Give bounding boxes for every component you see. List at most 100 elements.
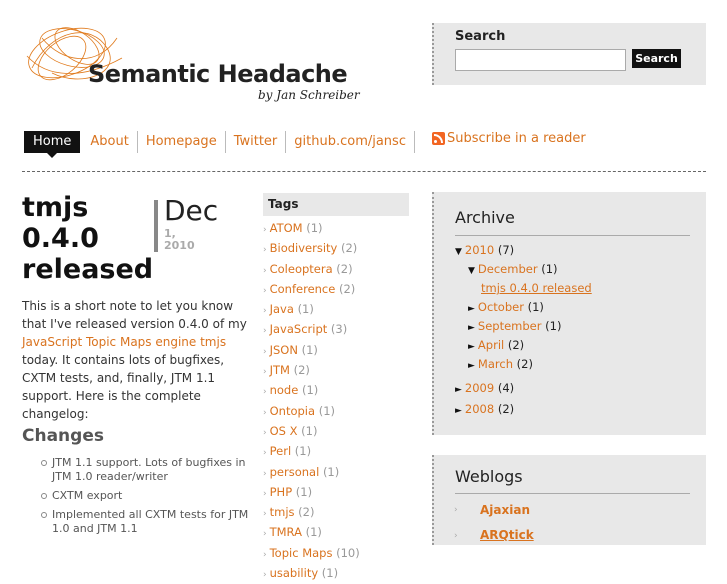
tag-count: (2) [341, 241, 358, 256]
bullet-arrow-icon: › [263, 570, 267, 581]
tag-count: (2) [298, 505, 315, 520]
tag-item: › tmjs (2) [263, 503, 360, 523]
expand-right-icon[interactable]: ► [468, 361, 475, 371]
tag-item: › Conference (2) [263, 280, 360, 300]
tag-item: › JavaScript (3) [263, 320, 360, 340]
site-title[interactable]: Semantic Headache [88, 60, 348, 88]
tag-link[interactable]: PHP [270, 485, 293, 499]
tag-link[interactable]: Conference [270, 282, 336, 296]
archive-count: (1) [545, 319, 562, 333]
tag-count: (2) [338, 281, 356, 296]
search-button[interactable]: Search [632, 49, 681, 68]
tag-link[interactable]: JSON [270, 343, 298, 357]
archive-month-december: ▼ December (1) [468, 262, 558, 276]
tag-item: › Perl (1) [263, 442, 360, 462]
subscribe-link[interactable]: Subscribe in a reader [432, 131, 586, 146]
archive-count: (2) [497, 402, 515, 416]
tag-count: (1) [318, 403, 335, 418]
archive-link[interactable]: April [478, 338, 504, 352]
bullet-arrow-icon: › [263, 427, 267, 438]
archive-post-link[interactable]: tmjs 0.4.0 released [481, 281, 592, 295]
tag-link[interactable]: TMRA [270, 525, 302, 539]
tag-link[interactable]: Ontopia [270, 404, 315, 418]
bullet-arrow-icon: › [263, 549, 267, 560]
weblogs-divider [455, 493, 690, 494]
bullet-arrow-icon: › [263, 367, 267, 378]
archive-link[interactable]: December [478, 262, 538, 276]
expand-down-icon[interactable]: ▼ [468, 266, 475, 276]
tag-count: (1) [301, 423, 318, 438]
tag-link[interactable]: OS X [270, 424, 298, 438]
tag-link[interactable]: JavaScript [270, 322, 328, 336]
archive-month-september: ► September (1) [468, 319, 561, 333]
post-date-day: 1, 2010 [164, 228, 195, 252]
tag-link[interactable]: personal [270, 465, 320, 479]
bullet-arrow-icon: › [263, 468, 267, 479]
bullet-arrow-icon: › [263, 346, 267, 357]
tag-link[interactable]: Coleoptera [270, 262, 333, 276]
nav-homepage[interactable]: Homepage [138, 131, 226, 153]
nav-about[interactable]: About [82, 131, 138, 153]
tag-item: › OS X (1) [263, 422, 360, 442]
archive-divider [455, 235, 690, 236]
tag-count: (1) [294, 444, 312, 459]
nav-twitter[interactable]: Twitter [226, 131, 287, 153]
tag-count: (3) [330, 322, 348, 337]
tag-count: (2) [336, 261, 353, 276]
bullet-arrow-icon: › [263, 306, 267, 317]
expand-right-icon[interactable]: ► [455, 406, 462, 416]
tag-link[interactable]: Java [270, 302, 294, 316]
tag-item: › node (1) [263, 381, 360, 401]
tag-item: › JTM (2) [263, 361, 360, 381]
bullet-arrow-icon: › [263, 529, 267, 540]
archive-year-2009: ► 2009 (4) [455, 381, 514, 395]
list-item: JTM 1.1 support. Lots of bugfixes in JTM… [40, 456, 250, 484]
expand-right-icon[interactable]: ► [455, 385, 462, 395]
bullet-arrow-icon: › [454, 531, 458, 541]
tag-link[interactable]: tmjs [270, 505, 295, 519]
tag-count: (1) [301, 383, 319, 398]
archive-month-october: ► October (1) [468, 300, 544, 314]
tag-link[interactable]: Biodiversity [270, 241, 338, 255]
tag-item: › Topic Maps (10) [263, 544, 360, 564]
header-divider [22, 171, 706, 172]
tag-link[interactable]: Perl [270, 444, 292, 458]
archive-link[interactable]: 2008 [465, 402, 494, 416]
list-item: Implemented all CXTM tests for JTM 1.0 a… [40, 508, 250, 536]
tag-count: (2) [293, 363, 310, 378]
tag-item: › ATOM (1) [263, 219, 360, 239]
tag-link[interactable]: Topic Maps [270, 546, 333, 560]
bullet-arrow-icon: › [263, 407, 267, 418]
archive-month-april: ► April (2) [468, 338, 524, 352]
tag-item: › TMRA (1) [263, 523, 360, 543]
bullet-arrow-icon: › [263, 326, 267, 337]
archive-count: (2) [507, 338, 525, 352]
archive-link[interactable]: October [478, 300, 524, 314]
tag-link[interactable]: ATOM [270, 221, 303, 235]
bullet-arrow-icon: › [263, 265, 267, 276]
tag-link[interactable]: JTM [270, 363, 290, 377]
intro-text-after: today. It contains lots of bugfixes, CXT… [22, 353, 225, 421]
tag-count: (1) [322, 464, 340, 479]
tag-count: (10) [336, 545, 360, 560]
nav-github[interactable]: github.com/jansc [286, 131, 415, 153]
expand-right-icon[interactable]: ► [468, 323, 475, 333]
search-input[interactable] [455, 49, 626, 71]
archive-count: (1) [541, 262, 558, 276]
expand-right-icon[interactable]: ► [468, 342, 475, 352]
archive-link[interactable]: March [478, 357, 513, 371]
archive-link[interactable]: 2010 [465, 243, 494, 257]
archive-link[interactable]: September [478, 319, 542, 333]
bullet-arrow-icon: › [263, 387, 267, 398]
weblog-link-ajaxian[interactable]: Ajaxian [480, 503, 530, 517]
archive-post: tmjs 0.4.0 released [481, 281, 592, 295]
search-title: Search [455, 29, 506, 44]
tag-link[interactable]: usability [270, 566, 319, 580]
expand-right-icon[interactable]: ► [468, 304, 475, 314]
tmjs-link[interactable]: JavaScript Topic Maps engine tmjs [22, 335, 226, 349]
nav-home[interactable]: Home [24, 131, 81, 158]
expand-down-icon[interactable]: ▼ [455, 247, 462, 257]
archive-link[interactable]: 2009 [465, 381, 494, 395]
weblog-link-arqtick[interactable]: ARQtick [480, 528, 534, 542]
tag-link[interactable]: node [270, 383, 299, 397]
